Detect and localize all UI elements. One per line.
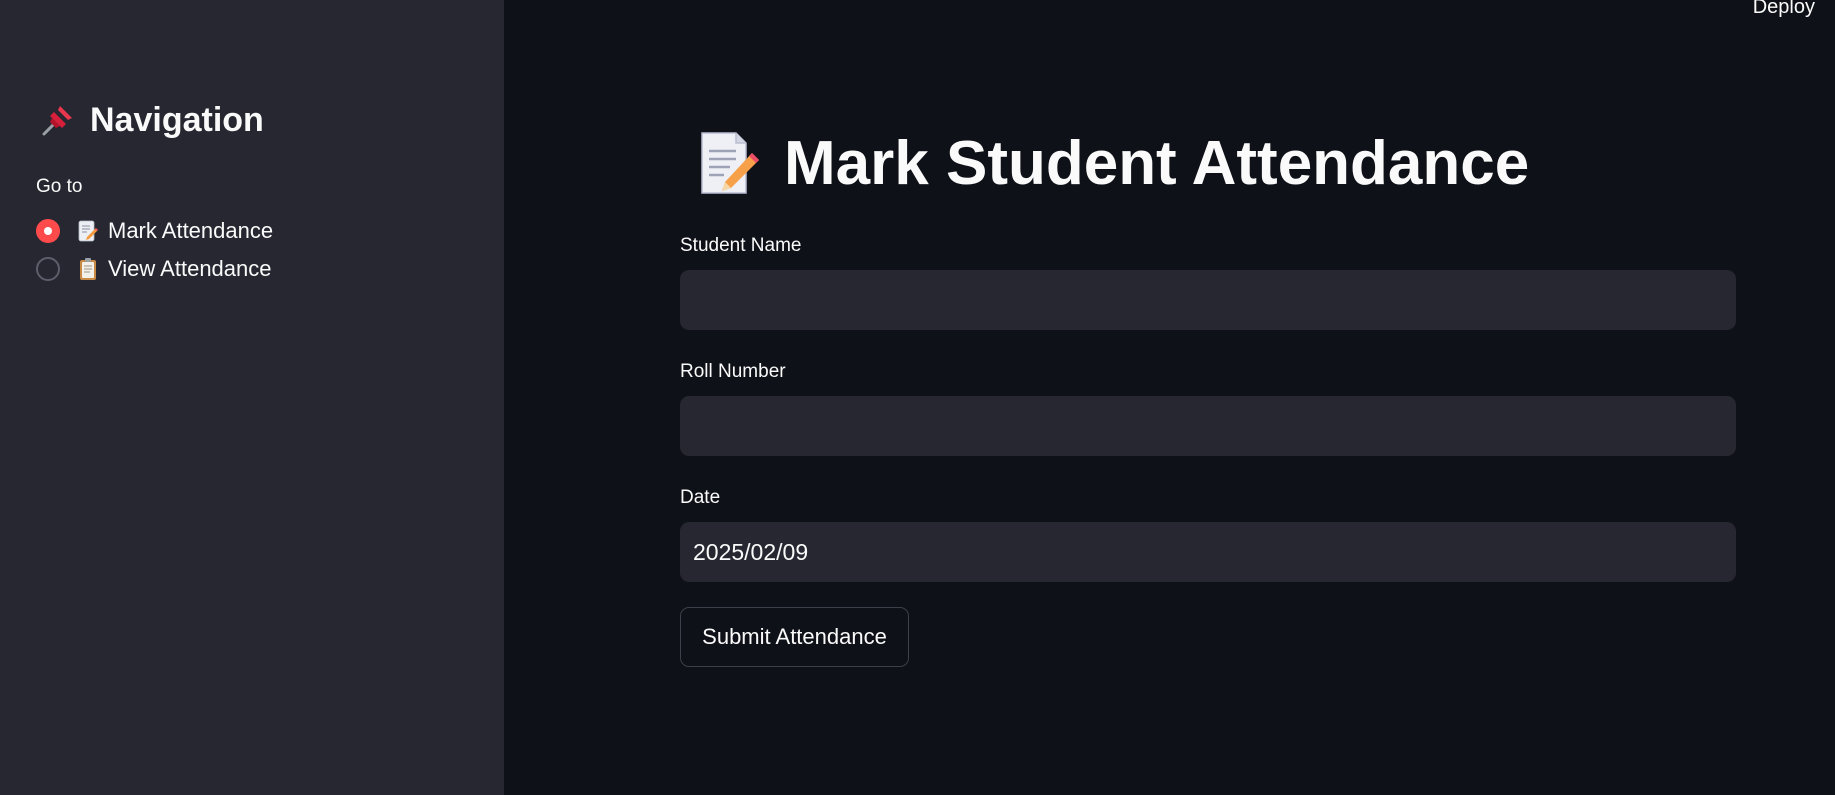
roll-number-label: Roll Number — [680, 361, 786, 382]
sidebar-title: Navigation — [38, 100, 264, 140]
radio-button-checked[interactable] — [36, 219, 60, 243]
date-input[interactable] — [680, 522, 1736, 582]
navigation-radio-group: Mark Attendance View Attendance — [36, 218, 273, 282]
student-name-label: Student Name — [680, 235, 802, 256]
page-title: Mark Student Attendance — [696, 128, 1529, 199]
app-root: Navigation Go to Mark Attendance View At… — [0, 0, 1835, 795]
submit-attendance-button[interactable]: Submit Attendance — [680, 607, 909, 667]
memo-icon — [701, 131, 759, 194]
radio-label: Mark Attendance — [108, 218, 274, 243]
sidebar: Navigation Go to Mark Attendance View At… — [0, 0, 504, 795]
student-name-input[interactable] — [680, 270, 1736, 330]
radio-item-mark-attendance[interactable]: Mark Attendance — [36, 218, 273, 244]
date-label: Date — [680, 487, 721, 508]
radio-group-label: Go to — [36, 176, 83, 197]
page-title-text: Mark Student Attendance — [784, 129, 1530, 198]
radio-item-view-attendance[interactable]: View Attendance — [36, 256, 273, 282]
pushpin-icon — [42, 106, 72, 136]
sidebar-title-text: Navigation — [90, 100, 264, 139]
deploy-button[interactable]: Deploy — [1753, 0, 1815, 19]
radio-label: View Attendance — [108, 256, 272, 281]
clipboard-icon — [80, 258, 96, 280]
roll-number-input[interactable] — [680, 396, 1736, 456]
radio-button-unchecked[interactable] — [36, 257, 60, 281]
memo-icon — [78, 220, 98, 242]
